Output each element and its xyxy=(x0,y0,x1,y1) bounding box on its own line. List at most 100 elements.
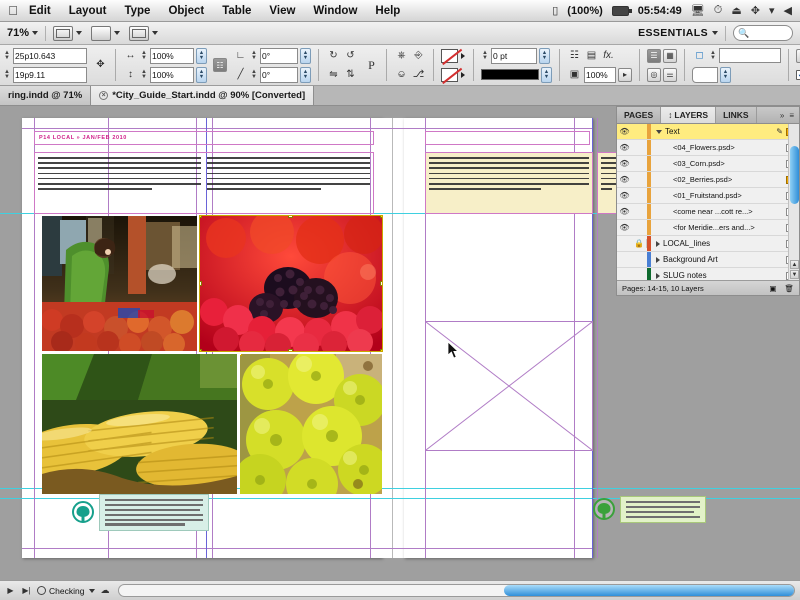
zoom-level-dropdown[interactable]: 71% xyxy=(7,27,39,39)
y-stepper[interactable]: ▲ ▼ xyxy=(3,68,11,81)
apple-logo-icon[interactable]:  xyxy=(6,3,20,18)
slug-frame-left[interactable]: P14 LOCAL » JAN/FEB 2010 xyxy=(34,131,374,145)
corner-shape-icon[interactable]: ◻ xyxy=(692,49,707,63)
frame-view-control[interactable] xyxy=(91,25,121,41)
shear-field[interactable]: 0° xyxy=(260,66,298,83)
scale-x-stepper[interactable]: ▲ ▼ xyxy=(140,49,148,62)
scale-y-field[interactable]: 100% xyxy=(150,66,194,83)
close-icon[interactable]: × xyxy=(99,91,109,100)
align-center-icon[interactable]: ⎉ xyxy=(394,68,409,82)
eye-icon[interactable]: 👁 xyxy=(617,127,632,136)
scale-x-field[interactable]: 100% xyxy=(150,47,194,64)
document-tab-1[interactable]: ring.indd @ 71% xyxy=(0,86,92,105)
stroke-style-swatch[interactable] xyxy=(481,69,539,80)
scroll-up-arrow-icon[interactable]: ▲ xyxy=(790,260,799,269)
tab-pages[interactable]: PAGES xyxy=(617,107,662,123)
menubar-clock[interactable]: 05:54:49 xyxy=(638,5,682,17)
shear-stepper[interactable]: ▲ ▼ xyxy=(250,68,258,81)
next-page-icon[interactable]: ▶ xyxy=(5,586,16,595)
text-frame-left[interactable] xyxy=(34,152,374,214)
grid-view-control[interactable] xyxy=(129,25,159,41)
layer-row-03-corn[interactable]: 👁 <03_Corn.psd> xyxy=(617,156,799,172)
text-frame-right[interactable] xyxy=(425,152,593,214)
flowers-image[interactable] xyxy=(240,354,382,494)
effects-icon[interactable]: fx. xyxy=(601,49,616,63)
eye-icon[interactable]: 👁 xyxy=(617,191,632,200)
text-wrap-icon[interactable]: ☷ xyxy=(567,49,582,63)
tab-layers[interactable]: ↕ LAYERS xyxy=(661,107,717,123)
align-top-icon[interactable]: ⎈ xyxy=(394,49,409,63)
center-content-icon[interactable]: ◎ xyxy=(647,67,661,82)
opacity-dropdown-icon[interactable]: ▸ xyxy=(618,67,632,82)
y-field[interactable]: 19p9.11 xyxy=(13,66,87,83)
tab-links[interactable]: LINKS xyxy=(716,107,757,123)
last-page-icon[interactable]: ▶| xyxy=(21,586,32,595)
menu-layout[interactable]: Layout xyxy=(60,0,116,22)
constrain-proportions-icon[interactable]: ✥ xyxy=(93,58,108,72)
fit-content-proportionally-icon[interactable]: ☰ xyxy=(647,48,661,63)
time-machine-icon[interactable]: ⏱ xyxy=(714,4,723,17)
document-tab-2[interactable]: × *City_Guide_Start.indd @ 90% [Converte… xyxy=(91,86,315,105)
eye-icon[interactable]: 👁 xyxy=(617,223,632,232)
distribute-horizontal-icon[interactable]: ⎆ xyxy=(411,49,426,63)
preflight-status[interactable]: Checking xyxy=(37,586,84,596)
stroke-swatch[interactable] xyxy=(441,67,458,82)
slug-frame-right[interactable] xyxy=(425,131,590,145)
delete-layer-icon[interactable]: 🗑 xyxy=(784,284,794,293)
placeholder-frame[interactable] xyxy=(425,321,593,451)
horizontal-scrollbar-thumb[interactable] xyxy=(503,585,794,596)
layer-row-04-flowers[interactable]: 👁 <04_Flowers.psd> xyxy=(617,140,799,156)
volume-icon[interactable]: ◀ xyxy=(784,4,792,17)
new-layer-icon[interactable]: ▣ xyxy=(769,284,776,293)
horizontal-scrollbar[interactable] xyxy=(118,584,795,597)
drop-shadow-icon[interactable]: ▤ xyxy=(584,49,599,63)
caption-right-box[interactable] xyxy=(620,496,706,523)
menu-edit[interactable]: Edit xyxy=(20,0,60,22)
caption-right[interactable] xyxy=(593,496,713,523)
caption-left[interactable] xyxy=(72,494,232,531)
layer-row-slug-notes[interactable]: SLUG notes xyxy=(617,268,799,280)
opacity-field[interactable]: 100% xyxy=(584,66,616,83)
eye-icon[interactable]: 👁 xyxy=(617,175,632,184)
corner-options-dropdown[interactable]: ▲ ▼ xyxy=(720,66,731,83)
layers-scrollbar[interactable]: ▲ ▼ xyxy=(788,124,799,280)
gap-field[interactable] xyxy=(719,48,781,63)
screen-sharing-icon[interactable]: 🖥 xyxy=(691,4,705,17)
battery-percent[interactable]: (100%) xyxy=(567,5,602,17)
flip-horizontal-icon[interactable]: ⇋ xyxy=(326,68,341,82)
x-field[interactable]: 25p10.643 xyxy=(13,47,87,64)
layers-list[interactable]: 👁 Text ✎ 👁 <04_Flowers.psd> 👁 <03_Corn.p… xyxy=(617,124,799,280)
selection-handle-tr[interactable] xyxy=(380,216,382,218)
layer-row-for-meridien[interactable]: 👁 <for Meridie...ers and...> xyxy=(617,220,799,236)
screen-mode-control[interactable] xyxy=(53,25,83,41)
gap-stepper[interactable]: ▲ ▼ xyxy=(709,49,717,62)
scale-y-stepper[interactable]: ▲ ▼ xyxy=(140,68,148,81)
stroke-weight-field[interactable]: 0 pt xyxy=(491,47,537,64)
transparency-icon[interactable]: ▣ xyxy=(567,68,582,82)
menu-table[interactable]: Table xyxy=(213,0,260,22)
rotate-cw-icon[interactable]: ↺ xyxy=(343,49,358,63)
layer-row-local-lines[interactable]: 🔒 LOCAL_lines xyxy=(617,236,799,252)
layer-row-text[interactable]: 👁 Text ✎ xyxy=(617,124,799,140)
fill-dropdown-icon[interactable] xyxy=(461,52,465,59)
rotation-field[interactable]: 0° xyxy=(260,47,298,64)
layer-row-02-berries[interactable]: 👁 <02_Berries.psd> xyxy=(617,172,799,188)
menu-object[interactable]: Object xyxy=(159,0,213,22)
eye-icon[interactable]: 👁 xyxy=(617,207,632,216)
layer-row-come-near[interactable]: 👁 <come near ...cott re...> xyxy=(617,204,799,220)
fit-frame-icon[interactable]: ▣ xyxy=(796,48,800,63)
container-proxy-icon[interactable]: P xyxy=(364,58,379,72)
berries-image[interactable] xyxy=(199,215,383,352)
fill-frame-proportionally-icon[interactable]: ▦ xyxy=(663,48,677,63)
eye-icon[interactable]: 👁 xyxy=(617,159,632,168)
shear-dropdown[interactable]: ▲ ▼ xyxy=(300,66,311,83)
layers-panel[interactable]: PAGES ↕ LAYERS LINKS » ≡ 👁 Text ✎ 👁 <04_… xyxy=(616,106,800,296)
x-stepper[interactable]: ▲ ▼ xyxy=(3,49,11,62)
preflight-dropdown-icon[interactable] xyxy=(89,588,96,593)
fit-frame-to-content-icon[interactable]: ⚌ xyxy=(663,67,677,82)
search-input[interactable]: 🔍 xyxy=(733,25,793,41)
constrain-scale-icon[interactable]: ☷ xyxy=(213,58,227,72)
selection-handle-bl[interactable] xyxy=(200,349,202,351)
eye-icon[interactable]: 👁 xyxy=(617,143,632,152)
corn-image[interactable] xyxy=(42,354,237,494)
